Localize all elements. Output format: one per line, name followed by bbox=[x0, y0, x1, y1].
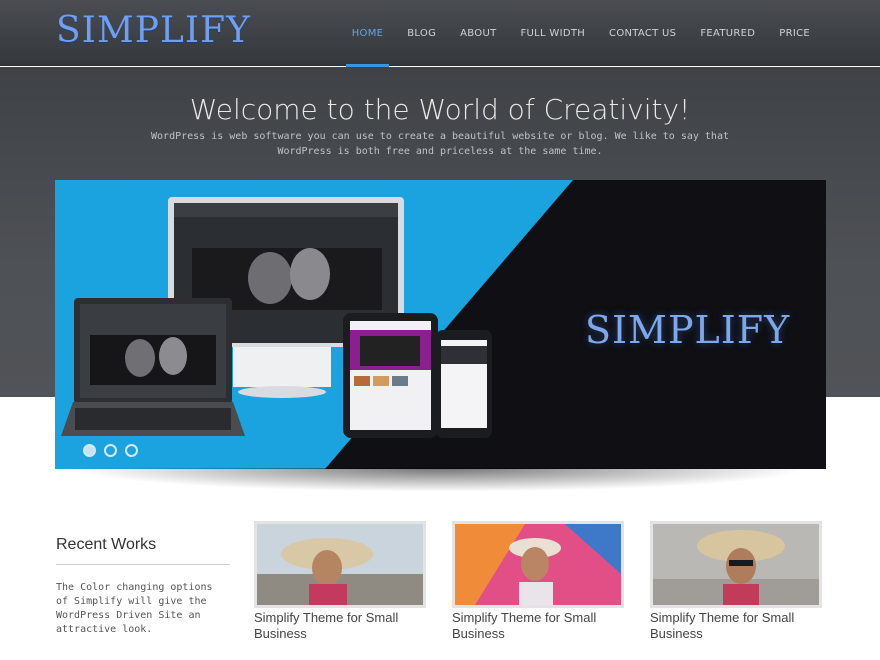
main-nav: HOME BLOG ABOUT FULL WIDTH CONTACT US FE… bbox=[340, 0, 822, 67]
recent-works-title: Recent Works bbox=[56, 536, 230, 565]
nav-item-home[interactable]: HOME bbox=[340, 0, 396, 67]
recent-works-description: The Color changing options of Simplify w… bbox=[56, 582, 213, 635]
slider-dot-2[interactable] bbox=[104, 444, 117, 457]
nav-item-full-width[interactable]: FULL WIDTH bbox=[508, 0, 597, 66]
slider-dots bbox=[83, 444, 138, 457]
work-title[interactable]: Simplify Theme for Small Business bbox=[254, 610, 426, 642]
work-card[interactable]: Simplify Theme for Small Business bbox=[452, 521, 624, 642]
slider-dot-3[interactable] bbox=[125, 444, 138, 457]
slide-logo: SIMPLIFY bbox=[585, 308, 791, 352]
work-thumbnail[interactable] bbox=[452, 521, 624, 608]
hero-title: Welcome to the World of Creativity! bbox=[189, 93, 691, 126]
laptop-mockup-icon bbox=[61, 298, 245, 436]
work-title[interactable]: Simplify Theme for Small Business bbox=[650, 610, 822, 642]
work-card[interactable]: Simplify Theme for Small Business bbox=[650, 521, 822, 642]
work-card[interactable]: Simplify Theme for Small Business bbox=[254, 521, 426, 642]
work-title[interactable]: Simplify Theme for Small Business bbox=[452, 610, 624, 642]
hero-subtitle: WordPress is web software you can use to… bbox=[151, 131, 729, 157]
site-header: SIMPLIFY HOME BLOG ABOUT FULL WIDTH CONT… bbox=[0, 0, 880, 67]
slider-dot-1[interactable] bbox=[83, 444, 96, 457]
woman-colorful-umbrella-photo-icon bbox=[455, 524, 621, 605]
woman-beach-hat-photo-icon bbox=[257, 524, 423, 605]
work-thumbnail[interactable] bbox=[650, 521, 822, 608]
nav-item-featured[interactable]: FEATURED bbox=[688, 0, 767, 66]
nav-item-price[interactable]: PRICE bbox=[767, 0, 822, 66]
slider-shadow bbox=[70, 468, 810, 492]
page: SIMPLIFY HOME BLOG ABOUT FULL WIDTH CONT… bbox=[0, 0, 880, 660]
image-slider[interactable]: SIMPLIFY bbox=[55, 180, 826, 469]
phone-mockup-icon bbox=[436, 330, 492, 438]
nav-item-blog[interactable]: BLOG bbox=[395, 0, 448, 66]
nav-item-about[interactable]: ABOUT bbox=[448, 0, 508, 66]
work-thumbnail[interactable] bbox=[254, 521, 426, 608]
recent-works-widget: Recent Works The Color changing options … bbox=[56, 536, 230, 637]
site-logo[interactable]: SIMPLIFY bbox=[56, 10, 251, 51]
tablet-mockup-icon bbox=[343, 313, 438, 438]
nav-item-contact-us[interactable]: CONTACT US bbox=[597, 0, 688, 66]
woman-sunglasses-hat-photo-icon bbox=[653, 524, 819, 605]
